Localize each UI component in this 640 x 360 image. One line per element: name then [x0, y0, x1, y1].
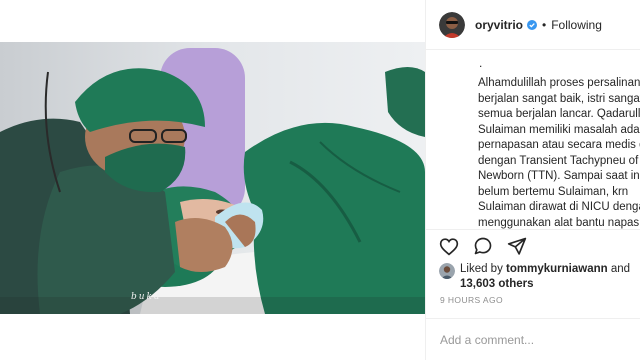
author-avatar[interactable]	[439, 11, 465, 38]
post-side-panel: oryvitrio • Following . Alhamdulillah pr…	[425, 0, 640, 360]
heart-icon[interactable]	[438, 235, 460, 257]
post-header: oryvitrio • Following	[426, 0, 640, 50]
post-media-area: buka	[0, 0, 425, 360]
likes-conjunction: and	[610, 263, 631, 275]
caption-scroll-area[interactable]: . Alhamdulillah proses persalinan berjal…	[426, 50, 640, 230]
comment-input[interactable]	[440, 332, 630, 347]
verified-badge-icon	[527, 19, 538, 30]
paper-plane-icon[interactable]	[506, 235, 528, 257]
author-username[interactable]: oryvitrio	[475, 18, 523, 32]
likes-prefix: Liked by	[460, 263, 503, 275]
post-actions	[438, 234, 528, 258]
liker-avatar[interactable]	[439, 263, 455, 279]
post-caption: Alhamdulillah proses persalinan berjalan…	[478, 77, 640, 229]
photo-watermark: buka	[131, 292, 162, 302]
avatar-icon	[439, 11, 465, 38]
liker-avatar-icon	[439, 263, 455, 279]
actions-divider	[426, 229, 640, 230]
post-timestamp[interactable]: 9 HOURS AGO	[440, 295, 503, 305]
likes-summary: Liked by tommykurniawann and 13,603 othe…	[439, 262, 639, 292]
comment-box	[426, 318, 640, 360]
header-separator: •	[542, 17, 547, 32]
likes-others-count[interactable]: 13,603 others	[460, 278, 534, 290]
liker-username[interactable]: tommykurniawann	[506, 263, 608, 275]
media-letterbox-top	[0, 0, 425, 42]
following-button[interactable]: Following	[551, 18, 602, 32]
photo-illustration	[0, 42, 425, 314]
comment-bubble-icon[interactable]	[472, 235, 494, 257]
media-letterbox-bottom	[0, 314, 425, 360]
caption-leading-dot: .	[479, 56, 483, 70]
likes-text: Liked by tommykurniawann and 13,603 othe…	[460, 262, 639, 292]
post-photo[interactable]: buka	[0, 42, 425, 314]
